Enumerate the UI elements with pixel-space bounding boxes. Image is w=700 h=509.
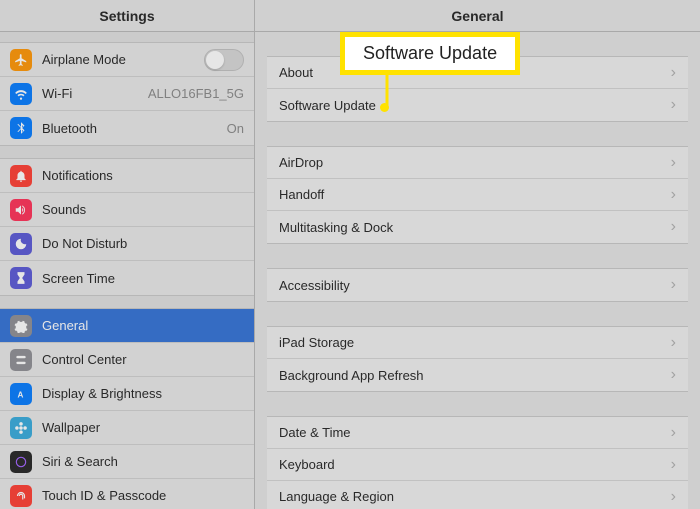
row-software-update[interactable]: Software Update › <box>267 89 688 121</box>
sidebar-item-label: Wi-Fi <box>42 86 148 101</box>
chevron-right-icon: › <box>671 488 676 506</box>
chevron-right-icon: › <box>671 218 676 236</box>
sidebar-item-control-center[interactable]: Control Center <box>0 343 254 377</box>
display-icon: A <box>10 383 32 405</box>
bluetooth-icon <box>10 117 32 139</box>
sidebar-item-sounds[interactable]: Sounds <box>0 193 254 227</box>
sidebar-item-general[interactable]: General <box>0 309 254 343</box>
sidebar-item-airplane-mode[interactable]: Airplane Mode <box>0 43 254 77</box>
row-label: Accessibility <box>279 278 671 293</box>
sidebar-item-label: Screen Time <box>42 271 244 286</box>
row-label: Multitasking & Dock <box>279 220 671 235</box>
chevron-right-icon: › <box>671 64 676 82</box>
row-label: Language & Region <box>279 489 671 504</box>
row-label: Background App Refresh <box>279 368 671 383</box>
row-label: Software Update <box>279 98 671 113</box>
chevron-right-icon: › <box>671 154 676 172</box>
row-label: Date & Time <box>279 425 671 440</box>
sidebar-item-wifi[interactable]: Wi-Fi ALLO16FB1_5G <box>0 77 254 111</box>
flower-icon <box>10 417 32 439</box>
sidebar-header: Settings <box>0 0 254 32</box>
row-accessibility[interactable]: Accessibility › <box>267 269 688 301</box>
general-panel: General About › Software Update › AirDro… <box>255 0 700 509</box>
bluetooth-value: On <box>227 121 244 136</box>
sidebar-item-do-not-disturb[interactable]: Do Not Disturb <box>0 227 254 261</box>
chevron-right-icon: › <box>671 186 676 204</box>
row-label: iPad Storage <box>279 335 671 350</box>
airplane-icon <box>10 49 32 71</box>
sidebar-item-siri-search[interactable]: Siri & Search <box>0 445 254 479</box>
row-label: AirDrop <box>279 155 671 170</box>
sidebar-item-label: Control Center <box>42 352 244 367</box>
chevron-right-icon: › <box>671 456 676 474</box>
chevron-right-icon: › <box>671 96 676 114</box>
settings-sidebar: Settings Airplane Mode Wi-Fi ALLO16FB1_5… <box>0 0 255 509</box>
sidebar-item-label: Notifications <box>42 168 244 183</box>
airplane-toggle[interactable] <box>204 49 244 71</box>
row-label: Handoff <box>279 187 671 202</box>
bell-icon <box>10 165 32 187</box>
sidebar-item-label: Bluetooth <box>42 121 227 136</box>
sidebar-item-label: Display & Brightness <box>42 386 244 401</box>
sidebar-item-label: Airplane Mode <box>42 52 204 67</box>
callout-box: Software Update <box>340 32 520 75</box>
chevron-right-icon: › <box>671 424 676 442</box>
row-label: Keyboard <box>279 457 671 472</box>
sidebar-item-label: Do Not Disturb <box>42 236 244 251</box>
hourglass-icon <box>10 267 32 289</box>
moon-icon <box>10 233 32 255</box>
chevron-right-icon: › <box>671 276 676 294</box>
row-keyboard[interactable]: Keyboard › <box>267 449 688 481</box>
main-header: General <box>255 0 700 32</box>
sidebar-title: Settings <box>99 8 154 24</box>
speaker-icon <box>10 199 32 221</box>
sidebar-item-wallpaper[interactable]: Wallpaper <box>0 411 254 445</box>
row-ipad-storage[interactable]: iPad Storage › <box>267 327 688 359</box>
sidebar-item-notifications[interactable]: Notifications <box>0 159 254 193</box>
svg-text:A: A <box>18 390 24 399</box>
chevron-right-icon: › <box>671 366 676 384</box>
callout-text: Software Update <box>363 43 497 63</box>
sidebar-item-label: Touch ID & Passcode <box>42 488 244 503</box>
chevron-right-icon: › <box>671 334 676 352</box>
gear-icon <box>10 315 32 337</box>
row-background-app-refresh[interactable]: Background App Refresh › <box>267 359 688 391</box>
sidebar-item-label: Sounds <box>42 202 244 217</box>
sidebar-item-label: General <box>42 318 244 333</box>
wifi-value: ALLO16FB1_5G <box>148 86 244 101</box>
sidebar-item-label: Siri & Search <box>42 454 244 469</box>
siri-icon <box>10 451 32 473</box>
row-multitasking-dock[interactable]: Multitasking & Dock › <box>267 211 688 243</box>
callout-dot <box>380 103 389 112</box>
sidebar-item-touch-id-passcode[interactable]: Touch ID & Passcode <box>0 479 254 509</box>
wifi-icon <box>10 83 32 105</box>
switches-icon <box>10 349 32 371</box>
sidebar-item-bluetooth[interactable]: Bluetooth On <box>0 111 254 145</box>
row-date-time[interactable]: Date & Time › <box>267 417 688 449</box>
sidebar-item-display-brightness[interactable]: A Display & Brightness <box>0 377 254 411</box>
row-language-region[interactable]: Language & Region › <box>267 481 688 509</box>
sidebar-item-label: Wallpaper <box>42 420 244 435</box>
row-airdrop[interactable]: AirDrop › <box>267 147 688 179</box>
main-title: General <box>451 8 503 24</box>
fingerprint-icon <box>10 485 32 507</box>
callout-line <box>385 74 389 107</box>
row-handoff[interactable]: Handoff › <box>267 179 688 211</box>
sidebar-item-screen-time[interactable]: Screen Time <box>0 261 254 295</box>
